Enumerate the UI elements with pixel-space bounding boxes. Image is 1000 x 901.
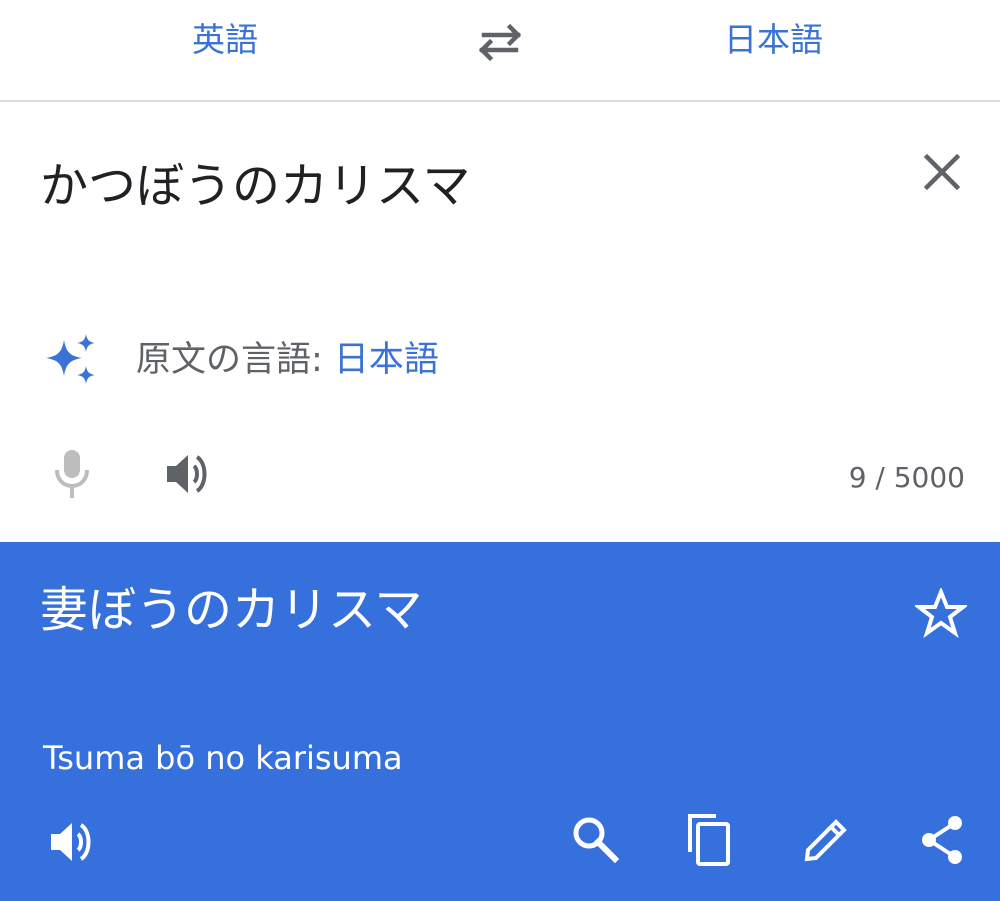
source-text-input[interactable]: かつぼうのカリスマ [40, 154, 471, 218]
source-language-button[interactable]: 英語 [192, 18, 258, 62]
speaker-icon[interactable] [163, 450, 213, 498]
romanization-text: Tsuma bō no karisuma [43, 739, 403, 777]
swap-languages-icon[interactable] [474, 22, 526, 62]
close-icon[interactable] [918, 148, 966, 196]
microphone-icon[interactable] [52, 446, 92, 502]
share-icon[interactable] [918, 814, 966, 866]
detected-language-label: 原文の言語: 日本語 [136, 338, 439, 382]
input-panel: かつぼうのカリスマ 原文の言語: 日本語 9 / 5000 [0, 102, 1000, 540]
detected-language-link[interactable]: 日本語 [334, 340, 439, 380]
copy-icon[interactable] [684, 812, 734, 868]
target-language-button[interactable]: 日本語 [724, 18, 823, 62]
sparkle-icon [40, 332, 98, 388]
star-outline-icon[interactable] [913, 586, 969, 639]
language-bar: 英語 日本語 [0, 0, 1000, 102]
output-panel: 妻ぼうのカリスマ Tsuma bō no karisuma [0, 542, 1000, 901]
speaker-icon[interactable] [47, 818, 97, 866]
pencil-icon[interactable] [802, 814, 852, 864]
character-count: 9 / 5000 [848, 461, 965, 494]
search-icon[interactable] [570, 814, 620, 864]
detected-language-prefix: 原文の言語: [136, 340, 334, 380]
translated-text: 妻ぼうのカリスマ [40, 582, 423, 638]
